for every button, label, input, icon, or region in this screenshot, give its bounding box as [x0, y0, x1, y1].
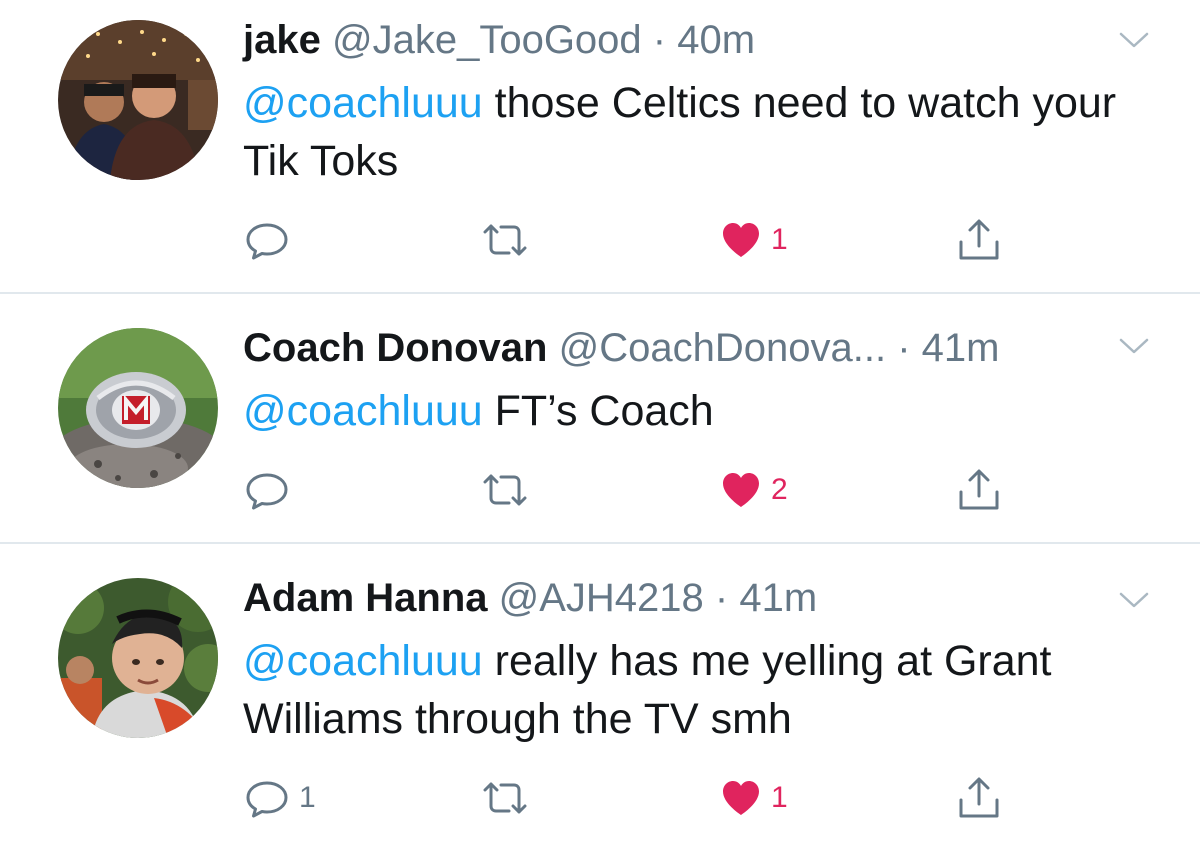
user-handle[interactable]: @AJH4218 [499, 576, 704, 620]
reply-button[interactable] [243, 466, 299, 514]
display-name[interactable]: Adam Hanna [243, 576, 488, 620]
display-name[interactable]: jake [243, 18, 321, 62]
retweet-button[interactable] [479, 466, 539, 514]
heart-icon [723, 473, 759, 507]
tweet-card[interactable]: Adam Hanna @AJH4218 · 41m @coachluuu rea… [0, 544, 1200, 846]
action-bar: 1 1 [243, 774, 1023, 822]
reply-count: 1 [299, 781, 316, 814]
tweet-text: @coachluuu those Celtics need to watch y… [243, 74, 1140, 190]
tweet-header: Coach Donovan @CoachDonova... · 41m [243, 324, 1110, 372]
display-name[interactable]: Coach Donovan [243, 326, 547, 370]
speech-bubble-icon [246, 223, 288, 260]
tweet-card[interactable]: jake @Jake_TooGood · 40m @coachluuu thos… [0, 0, 1200, 292]
timestamp[interactable]: 40m [677, 18, 755, 62]
share-upload-icon [959, 777, 999, 818]
separator-dot: · [652, 18, 667, 62]
retweet-arrows-icon [483, 474, 527, 506]
speech-bubble-icon [246, 473, 288, 510]
chevron-down-icon[interactable] [1118, 336, 1150, 356]
separator-dot: · [897, 326, 911, 370]
retweet-arrows-icon [483, 224, 527, 256]
retweet-button[interactable] [479, 774, 539, 822]
action-bar: 1 [243, 216, 1023, 264]
speech-bubble-icon [246, 781, 288, 818]
mention-link[interactable]: @coachluuu [243, 79, 483, 127]
timestamp[interactable]: 41m [922, 326, 1000, 370]
user-handle[interactable]: @Jake_TooGood [332, 18, 642, 62]
replies-feed: jake @Jake_TooGood · 40m @coachluuu thos… [0, 0, 1200, 846]
user-handle[interactable]: @CoachDonova... [559, 326, 886, 370]
share-button[interactable] [955, 774, 1003, 822]
reply-button[interactable]: 1 [243, 774, 316, 822]
avatar[interactable] [58, 328, 218, 488]
tweet-header: jake @Jake_TooGood · 40m [243, 16, 1110, 64]
like-button[interactable]: 1 [719, 774, 788, 822]
chevron-down-icon[interactable] [1118, 590, 1150, 610]
like-count: 1 [771, 223, 788, 256]
chevron-down-icon[interactable] [1118, 30, 1150, 50]
avatar[interactable] [58, 578, 218, 738]
retweet-arrows-icon [483, 782, 527, 814]
tweet-card[interactable]: Coach Donovan @CoachDonova... · 41m @coa… [0, 294, 1200, 542]
tweet-text: @coachluuu FT’s Coach [243, 382, 1140, 440]
mention-link[interactable]: @coachluuu [243, 387, 483, 435]
share-upload-icon [959, 469, 999, 510]
reply-button[interactable] [243, 216, 299, 264]
like-count: 1 [771, 781, 788, 814]
mention-link[interactable]: @coachluuu [243, 637, 483, 685]
heart-icon [723, 223, 759, 257]
retweet-button[interactable] [479, 216, 539, 264]
like-button[interactable]: 2 [719, 466, 788, 514]
share-upload-icon [959, 219, 999, 260]
tweet-text: @coachluuu really has me yelling at Gran… [243, 632, 1140, 748]
like-button[interactable]: 1 [719, 216, 788, 264]
separator-dot: · [714, 576, 729, 620]
tweet-text-content: FT’s Coach [482, 387, 714, 435]
action-bar: 2 [243, 466, 1023, 514]
tweet-header: Adam Hanna @AJH4218 · 41m [243, 574, 1110, 622]
avatar[interactable] [58, 20, 218, 180]
share-button[interactable] [955, 466, 1003, 514]
like-count: 2 [771, 473, 788, 506]
timestamp[interactable]: 41m [739, 576, 817, 620]
share-button[interactable] [955, 216, 1003, 264]
heart-icon [723, 781, 759, 815]
